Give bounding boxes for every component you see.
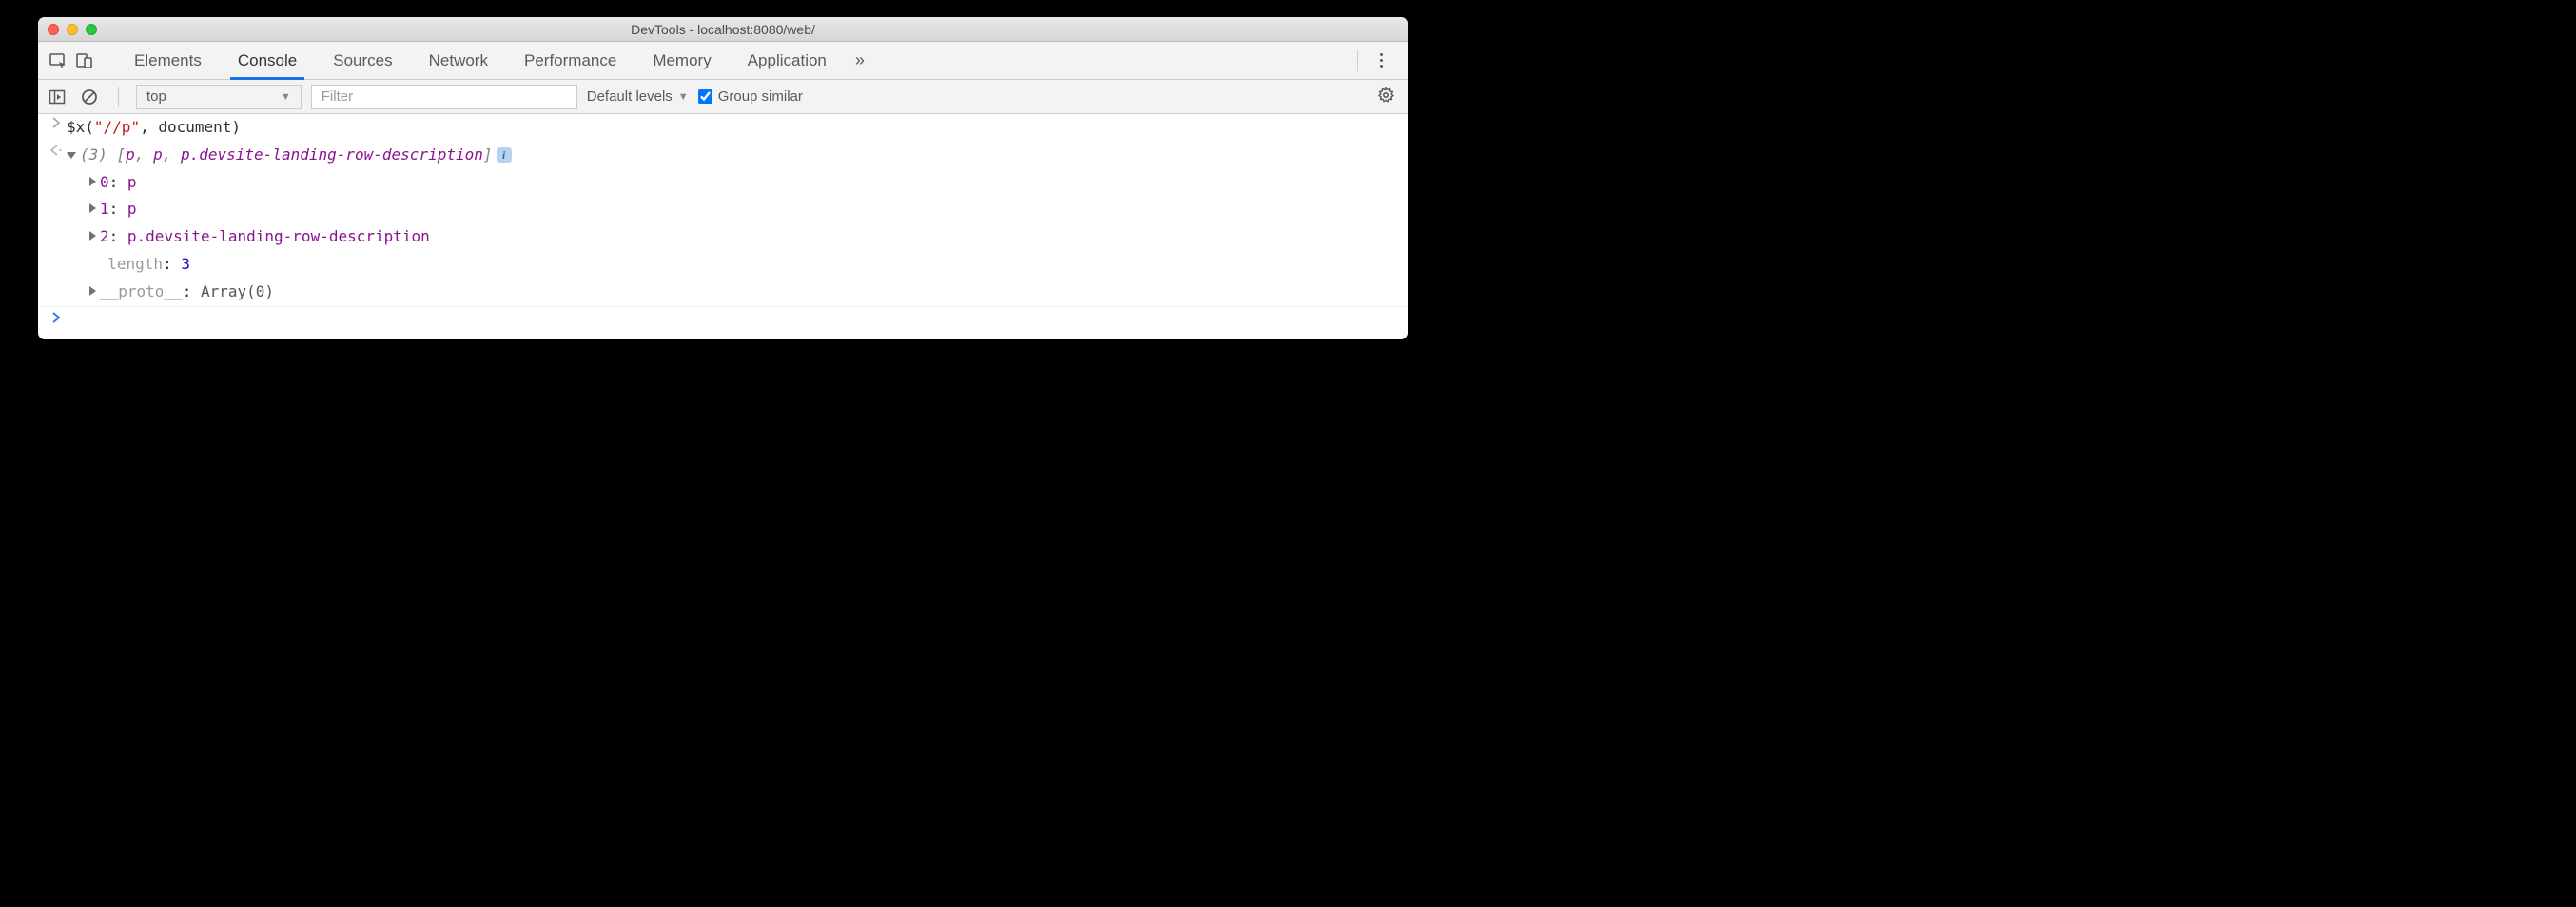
console-prompt[interactable] (38, 307, 1408, 339)
traffic-lights (38, 24, 97, 35)
tab-application[interactable]: Application (731, 42, 844, 80)
console-output: $x("//p", document) (3) [p, p, p.devsite… (38, 114, 1408, 339)
console-input-row: $x("//p", document) (38, 114, 1408, 142)
tab-memory[interactable]: Memory (635, 42, 728, 80)
separator (118, 87, 119, 107)
context-label: top (146, 88, 166, 105)
array-proto[interactable]: __proto__: Array(0) (38, 279, 1408, 307)
group-similar-label: Group similar (718, 88, 803, 105)
separator (1357, 50, 1358, 71)
array-item-0[interactable]: 0: p (38, 169, 1408, 197)
tab-sources[interactable]: Sources (316, 42, 409, 80)
output-gutter-icon (46, 144, 67, 167)
tab-bar: Elements Console Sources Network Perform… (38, 42, 1408, 80)
tab-elements[interactable]: Elements (117, 42, 219, 80)
prompt-gutter-icon (46, 311, 67, 330)
more-tabs-button[interactable]: » (846, 50, 874, 70)
levels-label: Default levels (587, 88, 673, 105)
window-title: DevTools - localhost:8080/web/ (38, 22, 1408, 37)
group-similar-input[interactable] (698, 89, 712, 104)
tab-performance[interactable]: Performance (507, 42, 634, 80)
console-settings-icon[interactable] (1377, 87, 1395, 107)
tab-network[interactable]: Network (412, 42, 505, 80)
context-selector[interactable]: top ▼ (136, 85, 302, 109)
expand-arrow-icon[interactable] (67, 152, 76, 159)
toggle-sidebar-icon[interactable] (46, 86, 68, 108)
info-icon[interactable]: i (497, 147, 512, 163)
minimize-window-button[interactable] (67, 24, 78, 35)
log-levels-selector[interactable]: Default levels ▼ (587, 88, 689, 105)
expand-arrow-icon[interactable] (89, 177, 96, 186)
expand-arrow-icon[interactable] (89, 231, 96, 241)
chevron-down-icon: ▼ (678, 91, 689, 103)
clear-console-icon[interactable] (78, 86, 101, 108)
console-input-text[interactable]: $x("//p", document) (67, 116, 1398, 140)
array-length: length: 3 (38, 251, 1408, 279)
device-toggle-icon[interactable] (72, 48, 97, 73)
tab-console[interactable]: Console (221, 42, 314, 80)
chevron-down-icon: ▼ (281, 91, 291, 103)
settings-menu-icon[interactable] (1368, 48, 1395, 74)
group-similar-checkbox[interactable]: Group similar (698, 88, 803, 105)
result-summary[interactable]: (3) [p, p, p.devsite-landing-row-descrip… (67, 144, 1398, 167)
filter-input[interactable] (311, 85, 577, 109)
array-item-2[interactable]: 2: p.devsite-landing-row-description (38, 223, 1408, 251)
input-gutter-icon (46, 116, 67, 140)
maximize-window-button[interactable] (86, 24, 97, 35)
prompt-input[interactable] (67, 311, 1398, 330)
close-window-button[interactable] (48, 24, 59, 35)
expand-arrow-icon[interactable] (89, 286, 96, 296)
titlebar: DevTools - localhost:8080/web/ (38, 17, 1408, 42)
console-result-row: (3) [p, p, p.devsite-landing-row-descrip… (38, 142, 1408, 169)
array-item-1[interactable]: 1: p (38, 196, 1408, 223)
expand-arrow-icon[interactable] (89, 203, 96, 213)
console-toolbar: top ▼ Default levels ▼ Group similar (38, 80, 1408, 114)
devtools-window: DevTools - localhost:8080/web/ Elements … (38, 17, 1408, 339)
inspect-icon[interactable] (46, 48, 70, 73)
